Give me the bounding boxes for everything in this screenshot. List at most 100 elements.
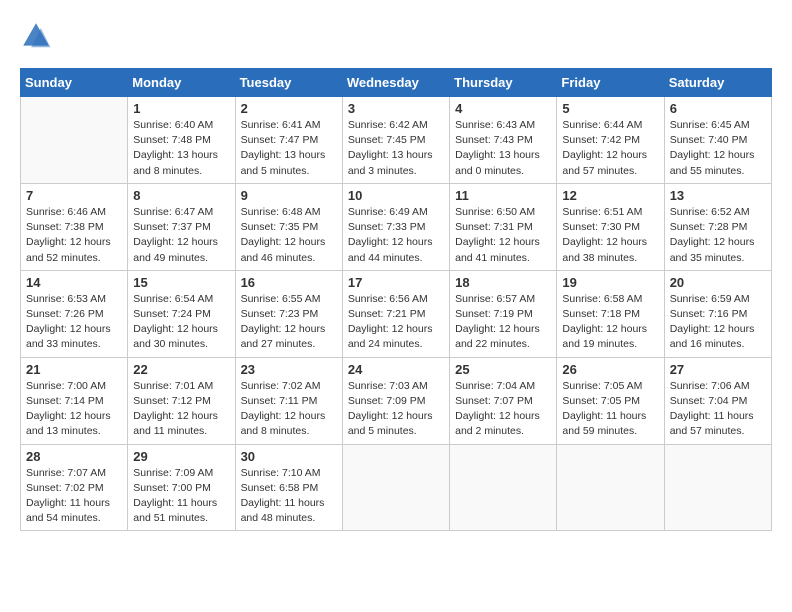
day-content: Sunrise: 6:48 AM Sunset: 7:35 PM Dayligh… [241,205,337,266]
day-number: 1 [133,101,229,116]
calendar-cell [664,444,771,531]
calendar-cell [450,444,557,531]
calendar-cell: 8 Sunrise: 6:47 AM Sunset: 7:37 PM Daylig… [128,183,235,270]
day-content: Sunrise: 7:09 AM Sunset: 7:00 PM Dayligh… [133,466,229,527]
day-number: 3 [348,101,444,116]
calendar-cell: 29 Sunrise: 7:09 AM Sunset: 7:00 PM Dayli… [128,444,235,531]
calendar-cell: 5 Sunrise: 6:44 AM Sunset: 7:42 PM Daylig… [557,97,664,184]
calendar-header: SundayMondayTuesdayWednesdayThursdayFrid… [21,69,772,97]
calendar-cell: 28 Sunrise: 7:07 AM Sunset: 7:02 PM Dayli… [21,444,128,531]
day-content: Sunrise: 7:03 AM Sunset: 7:09 PM Dayligh… [348,379,444,440]
day-header-saturday: Saturday [664,69,771,97]
calendar-table: SundayMondayTuesdayWednesdayThursdayFrid… [20,68,772,531]
day-content: Sunrise: 7:04 AM Sunset: 7:07 PM Dayligh… [455,379,551,440]
day-number: 26 [562,362,658,377]
calendar-cell: 1 Sunrise: 6:40 AM Sunset: 7:48 PM Daylig… [128,97,235,184]
calendar-cell [557,444,664,531]
calendar-cell: 26 Sunrise: 7:05 AM Sunset: 7:05 PM Dayli… [557,357,664,444]
day-number: 28 [26,449,122,464]
day-number: 4 [455,101,551,116]
day-number: 20 [670,275,766,290]
week-row-1: 7 Sunrise: 6:46 AM Sunset: 7:38 PM Daylig… [21,183,772,270]
day-number: 24 [348,362,444,377]
calendar-cell: 15 Sunrise: 6:54 AM Sunset: 7:24 PM Dayli… [128,270,235,357]
week-row-4: 28 Sunrise: 7:07 AM Sunset: 7:02 PM Dayli… [21,444,772,531]
day-content: Sunrise: 6:42 AM Sunset: 7:45 PM Dayligh… [348,118,444,179]
day-content: Sunrise: 6:57 AM Sunset: 7:19 PM Dayligh… [455,292,551,353]
calendar-cell: 14 Sunrise: 6:53 AM Sunset: 7:26 PM Dayli… [21,270,128,357]
calendar-cell: 18 Sunrise: 6:57 AM Sunset: 7:19 PM Dayli… [450,270,557,357]
week-row-2: 14 Sunrise: 6:53 AM Sunset: 7:26 PM Dayli… [21,270,772,357]
day-header-thursday: Thursday [450,69,557,97]
day-number: 5 [562,101,658,116]
day-content: Sunrise: 6:46 AM Sunset: 7:38 PM Dayligh… [26,205,122,266]
day-number: 7 [26,188,122,203]
day-number: 29 [133,449,229,464]
day-number: 8 [133,188,229,203]
day-number: 30 [241,449,337,464]
day-content: Sunrise: 7:00 AM Sunset: 7:14 PM Dayligh… [26,379,122,440]
calendar-cell: 30 Sunrise: 7:10 AM Sunset: 6:58 PM Dayli… [235,444,342,531]
calendar-cell: 27 Sunrise: 7:06 AM Sunset: 7:04 PM Dayli… [664,357,771,444]
day-content: Sunrise: 6:58 AM Sunset: 7:18 PM Dayligh… [562,292,658,353]
day-content: Sunrise: 7:10 AM Sunset: 6:58 PM Dayligh… [241,466,337,527]
day-content: Sunrise: 6:54 AM Sunset: 7:24 PM Dayligh… [133,292,229,353]
day-number: 15 [133,275,229,290]
calendar-cell: 19 Sunrise: 6:58 AM Sunset: 7:18 PM Dayli… [557,270,664,357]
day-content: Sunrise: 6:40 AM Sunset: 7:48 PM Dayligh… [133,118,229,179]
day-content: Sunrise: 6:56 AM Sunset: 7:21 PM Dayligh… [348,292,444,353]
calendar-cell: 4 Sunrise: 6:43 AM Sunset: 7:43 PM Daylig… [450,97,557,184]
day-number: 18 [455,275,551,290]
day-number: 9 [241,188,337,203]
day-header-wednesday: Wednesday [342,69,449,97]
day-number: 6 [670,101,766,116]
calendar-cell [21,97,128,184]
day-content: Sunrise: 6:43 AM Sunset: 7:43 PM Dayligh… [455,118,551,179]
day-number: 27 [670,362,766,377]
calendar-cell: 24 Sunrise: 7:03 AM Sunset: 7:09 PM Dayli… [342,357,449,444]
calendar-cell: 9 Sunrise: 6:48 AM Sunset: 7:35 PM Daylig… [235,183,342,270]
day-content: Sunrise: 7:01 AM Sunset: 7:12 PM Dayligh… [133,379,229,440]
logo [20,20,56,52]
week-row-3: 21 Sunrise: 7:00 AM Sunset: 7:14 PM Dayli… [21,357,772,444]
day-content: Sunrise: 7:07 AM Sunset: 7:02 PM Dayligh… [26,466,122,527]
day-number: 13 [670,188,766,203]
day-content: Sunrise: 7:02 AM Sunset: 7:11 PM Dayligh… [241,379,337,440]
day-content: Sunrise: 6:52 AM Sunset: 7:28 PM Dayligh… [670,205,766,266]
day-header-sunday: Sunday [21,69,128,97]
calendar-cell: 25Sunrise: 7:04 AM Sunset: 7:07 PM Dayli… [450,357,557,444]
calendar-cell: 11Sunrise: 6:50 AM Sunset: 7:31 PM Dayli… [450,183,557,270]
day-number: 17 [348,275,444,290]
calendar-body: 1 Sunrise: 6:40 AM Sunset: 7:48 PM Daylig… [21,97,772,531]
day-header-tuesday: Tuesday [235,69,342,97]
calendar-cell: 13 Sunrise: 6:52 AM Sunset: 7:28 PM Dayli… [664,183,771,270]
calendar-cell: 17 Sunrise: 6:56 AM Sunset: 7:21 PM Dayli… [342,270,449,357]
day-content: Sunrise: 6:44 AM Sunset: 7:42 PM Dayligh… [562,118,658,179]
calendar-cell: 7 Sunrise: 6:46 AM Sunset: 7:38 PM Daylig… [21,183,128,270]
day-content: Sunrise: 7:06 AM Sunset: 7:04 PM Dayligh… [670,379,766,440]
day-content: Sunrise: 6:51 AM Sunset: 7:30 PM Dayligh… [562,205,658,266]
calendar-cell: 12Sunrise: 6:51 AM Sunset: 7:30 PM Dayli… [557,183,664,270]
day-content: Sunrise: 6:53 AM Sunset: 7:26 PM Dayligh… [26,292,122,353]
day-content: Sunrise: 6:45 AM Sunset: 7:40 PM Dayligh… [670,118,766,179]
calendar-cell [342,444,449,531]
calendar-cell: 23 Sunrise: 7:02 AM Sunset: 7:11 PM Dayli… [235,357,342,444]
calendar-cell: 6 Sunrise: 6:45 AM Sunset: 7:40 PM Daylig… [664,97,771,184]
calendar-cell: 10Sunrise: 6:49 AM Sunset: 7:33 PM Dayli… [342,183,449,270]
day-number: 21 [26,362,122,377]
day-header-monday: Monday [128,69,235,97]
day-header-friday: Friday [557,69,664,97]
calendar-cell: 3 Sunrise: 6:42 AM Sunset: 7:45 PM Daylig… [342,97,449,184]
calendar-cell: 20Sunrise: 6:59 AM Sunset: 7:16 PM Dayli… [664,270,771,357]
day-number: 19 [562,275,658,290]
day-number: 23 [241,362,337,377]
day-number: 10 [348,188,444,203]
day-content: Sunrise: 7:05 AM Sunset: 7:05 PM Dayligh… [562,379,658,440]
day-number: 14 [26,275,122,290]
day-number: 11 [455,188,551,203]
calendar-cell: 22Sunrise: 7:01 AM Sunset: 7:12 PM Dayli… [128,357,235,444]
calendar-cell: 21 Sunrise: 7:00 AM Sunset: 7:14 PM Dayli… [21,357,128,444]
day-number: 2 [241,101,337,116]
day-content: Sunrise: 6:47 AM Sunset: 7:37 PM Dayligh… [133,205,229,266]
week-row-0: 1 Sunrise: 6:40 AM Sunset: 7:48 PM Daylig… [21,97,772,184]
